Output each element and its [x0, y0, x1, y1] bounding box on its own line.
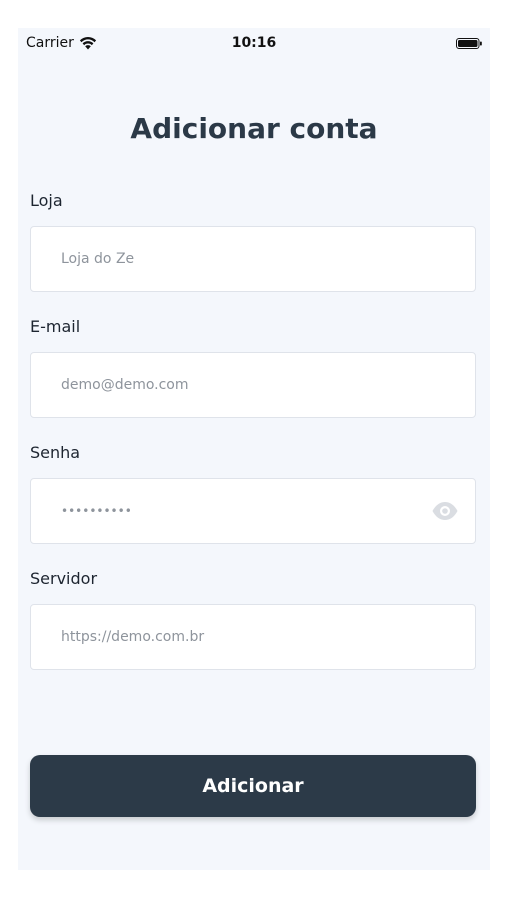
server-placeholder: https://demo.com.br [61, 629, 205, 645]
store-label: Loja [30, 191, 63, 210]
add-account-button[interactable]: Adicionar [30, 755, 476, 817]
page-title: Adicionar conta [130, 112, 378, 145]
store-placeholder: Loja do Ze [61, 251, 135, 267]
email-label: E-mail [30, 317, 81, 336]
email-input[interactable]: demo@demo.com [30, 352, 476, 418]
server-label: Servidor [30, 569, 98, 588]
battery-icon [456, 38, 482, 49]
app-screen: Carrier 10:16 Adicionar conta Loja Loja … [18, 28, 490, 870]
store-input[interactable]: Loja do Ze [30, 226, 476, 292]
server-input[interactable]: https://demo.com.br [30, 604, 476, 670]
status-bar: Carrier 10:16 [18, 28, 490, 60]
eye-icon[interactable] [431, 500, 459, 522]
password-label: Senha [30, 443, 81, 462]
password-value: •••••••••• [61, 504, 132, 518]
email-placeholder: demo@demo.com [61, 377, 189, 393]
password-input[interactable]: •••••••••• [30, 478, 476, 544]
status-time: 10:16 [231, 35, 277, 51]
